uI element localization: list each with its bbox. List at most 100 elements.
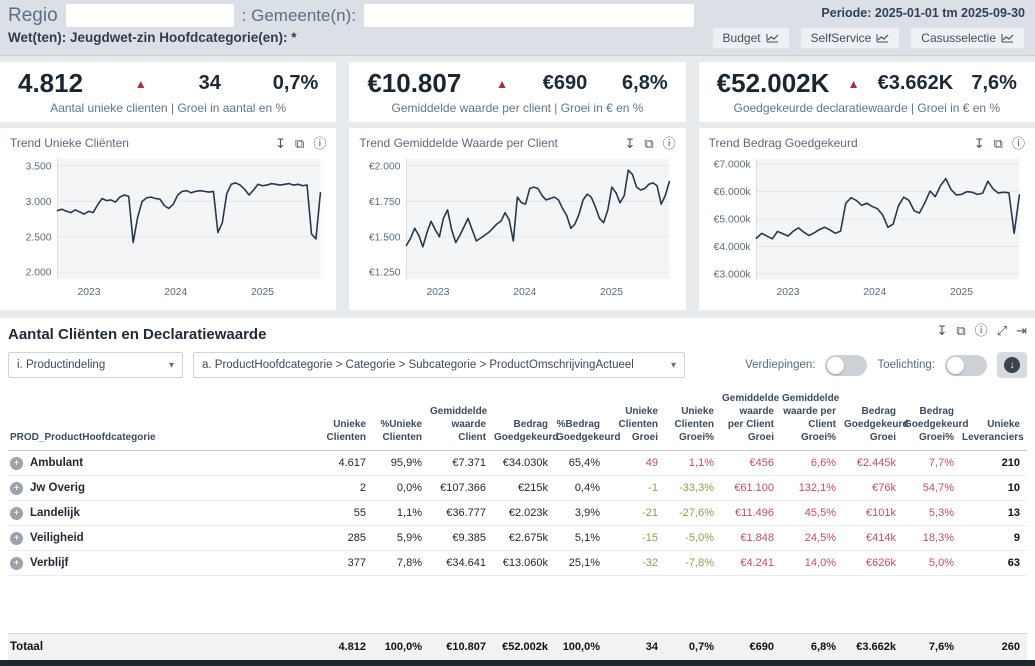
- kpi-value: €52.002K: [717, 68, 830, 99]
- table-cell: 4.617: [308, 451, 370, 475]
- expand-row-icon[interactable]: +: [10, 507, 23, 520]
- export-icon[interactable]: ⇥: [1016, 324, 1027, 337]
- column-header[interactable]: Gemiddelde waarde per Client Groei: [718, 388, 778, 450]
- svg-text:€3.000k: €3.000k: [713, 269, 751, 280]
- expand-row-icon[interactable]: +: [10, 457, 23, 470]
- kpi-delta: €690: [543, 72, 588, 95]
- expand-row-icon[interactable]: +: [10, 532, 23, 545]
- svg-text:2024: 2024: [863, 287, 886, 298]
- column-header[interactable]: Bedrag Goedgekeurd Groei: [840, 401, 900, 450]
- column-header[interactable]: Unieke Clienten: [308, 414, 370, 450]
- regio-value-field[interactable]: [66, 4, 234, 27]
- table-cell: €61.100: [718, 476, 778, 500]
- table-cell: €4.241: [718, 551, 778, 575]
- table-cell: €7.371: [426, 451, 490, 475]
- row-name-cell: +Landelijk: [8, 501, 308, 525]
- hierarchy-dropdown[interactable]: a. ProductHoofdcategorie > Categorie > S…: [193, 352, 685, 378]
- column-header[interactable]: Unieke Clienten Groei%: [662, 401, 718, 450]
- table-cell: 24,5%: [778, 526, 840, 550]
- info-icon[interactable]: ⓘ: [975, 324, 988, 337]
- top-header: Regio : Gemeente(n): Wet(ten): Jeugdwet-…: [0, 0, 1035, 56]
- table-row: +Landelijk551,1%€36.777€2.023k3,9%-21-27…: [8, 501, 1027, 526]
- row-name: Ambulant: [30, 457, 83, 469]
- table-cell: €626k: [840, 551, 900, 575]
- table-controls: i. Productindeling ▾ a. ProductHoofdcate…: [8, 352, 1027, 378]
- table-cell: 0,4%: [552, 476, 604, 500]
- column-header[interactable]: %Bedrag Goedgekeurd: [552, 414, 604, 450]
- copy-icon[interactable]: ⧉: [994, 137, 1003, 150]
- arrow-down-icon: ↓: [1004, 357, 1020, 373]
- table-cell: 2: [308, 476, 370, 500]
- kpi-value: 4.812: [18, 68, 83, 99]
- table-cell: €2.023k: [490, 501, 552, 525]
- kpi-card-declaratiewaarde: €52.002K ▲ €3.662K 7,6% Goedgekeurde dec…: [699, 62, 1035, 122]
- table-cell: €13.060k: [490, 551, 552, 575]
- trend-chart: €2.000€1.750€1.500€1.250202320242025: [359, 150, 675, 302]
- trend-chart: €7.000k€6.000k€5.000k€4.000k€3.000k20232…: [709, 150, 1025, 302]
- svg-text:3.500: 3.500: [26, 161, 52, 172]
- verdiepingen-toggle[interactable]: [825, 355, 867, 376]
- table-cell: 1,1%: [662, 451, 718, 475]
- table-row: +Veiligheid2855,9%€9.385€2.675k5,1%-15-5…: [8, 526, 1027, 551]
- kpi-value: €10.807: [367, 68, 461, 99]
- svg-text:2024: 2024: [164, 287, 187, 298]
- section-title: Aantal Cliënten en Declaratiewaarde: [8, 326, 266, 343]
- info-icon[interactable]: ⓘ: [663, 137, 676, 150]
- copy-icon[interactable]: ⧉: [644, 137, 653, 150]
- column-header[interactable]: Gemiddelde waarde Client: [426, 401, 490, 450]
- download-icon[interactable]: ↧: [275, 137, 286, 150]
- triangle-up-icon: ▲: [496, 77, 508, 91]
- row-name-cell: +Verblijf: [8, 551, 308, 575]
- regio-label: Regio: [8, 5, 58, 27]
- download-icon[interactable]: ↧: [624, 137, 635, 150]
- row-name-cell: +Veiligheid: [8, 526, 308, 550]
- trend-title: Trend Unieke Cliënten: [10, 136, 129, 150]
- table-cell: 18,3%: [900, 526, 958, 550]
- column-header[interactable]: PROD_ProductHoofdcategorie: [8, 427, 308, 450]
- svg-text:2024: 2024: [514, 287, 537, 298]
- table-cell: 7,7%: [900, 451, 958, 475]
- expand-row-icon[interactable]: +: [10, 482, 23, 495]
- info-icon[interactable]: ⓘ: [313, 137, 326, 150]
- total-cell: 7,6%: [900, 634, 958, 660]
- table-cell: €11.496: [718, 501, 778, 525]
- download-icon[interactable]: ↧: [974, 137, 985, 150]
- productindeling-dropdown[interactable]: i. Productindeling ▾: [8, 352, 183, 378]
- table-cell: -7,8%: [662, 551, 718, 575]
- column-header[interactable]: Bedrag Goedgekeurd: [490, 414, 552, 450]
- column-header[interactable]: %Unieke Clienten: [370, 414, 426, 450]
- toelichting-label: Toelichting:: [877, 359, 935, 371]
- kpi-caption: Goedgekeurde declaratiewaarde | Groei in…: [717, 101, 1017, 115]
- line-chart-icon: [766, 33, 779, 43]
- table-cell: €2.675k: [490, 526, 552, 550]
- total-cell: €10.807: [426, 634, 490, 660]
- dashboard: Regio : Gemeente(n): Wet(ten): Jeugdwet-…: [0, 0, 1035, 666]
- expand-icon[interactable]: ⤢: [997, 324, 1007, 337]
- gemeente-value-field[interactable]: [364, 4, 694, 27]
- gemeente-label: : Gemeente(n):: [242, 6, 356, 26]
- table-cell: €456: [718, 451, 778, 475]
- toelichting-toggle[interactable]: [945, 355, 987, 376]
- column-header[interactable]: Unieke Leveranciers: [958, 414, 1024, 450]
- total-cell: €690: [718, 634, 778, 660]
- selfservice-button[interactable]: SelfService: [800, 27, 901, 49]
- casusselectie-button[interactable]: Casusselectie: [910, 27, 1025, 49]
- expand-row-icon[interactable]: +: [10, 557, 23, 570]
- budget-button[interactable]: Budget: [712, 27, 790, 49]
- copy-icon[interactable]: ⧉: [295, 137, 304, 150]
- collapse-button[interactable]: ↓: [997, 352, 1027, 378]
- row-name-cell: + Ambulant: [8, 451, 308, 475]
- svg-text:2025: 2025: [251, 287, 274, 298]
- download-icon[interactable]: ↧: [936, 324, 947, 337]
- info-icon[interactable]: ⓘ: [1012, 137, 1025, 150]
- svg-text:€1.500: €1.500: [369, 232, 401, 243]
- table-row: +Ambulant4.61795,9%€7.371€34.030k65,4%49…: [8, 451, 1027, 476]
- table-cell: 54,7%: [900, 476, 958, 500]
- column-header[interactable]: Bedrag Goedgekeurd Groei%: [900, 401, 958, 450]
- copy-icon[interactable]: ⧉: [956, 324, 965, 337]
- table-cell: €36.777: [426, 501, 490, 525]
- selfservice-button-label: SelfService: [811, 31, 872, 45]
- column-header[interactable]: Unieke Clienten Groei: [604, 401, 662, 450]
- column-header[interactable]: Gemiddelde waarde per Client Groei%: [778, 388, 840, 450]
- trend-title: Trend Gemiddelde Waarde per Client: [359, 136, 558, 150]
